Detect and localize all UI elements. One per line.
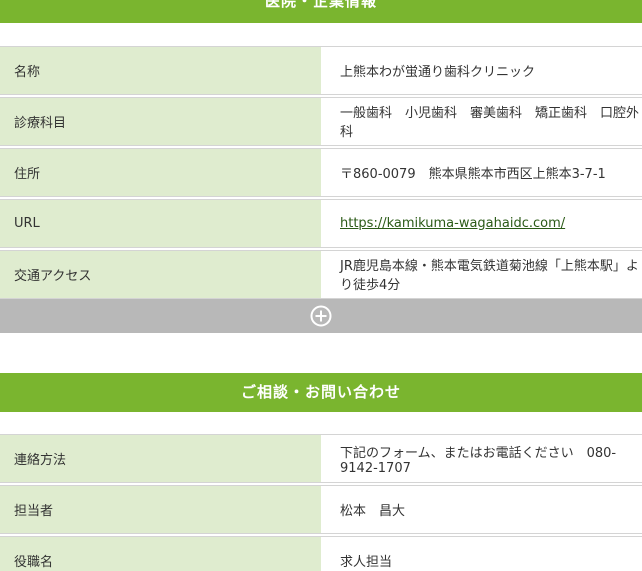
- company-info-title: 医院・企業情報: [264, 0, 377, 10]
- contact-info-table: 連絡方法 下記のフォーム、またはお電話ください 080-9142-1707 担当…: [0, 431, 642, 571]
- row-value-access: JR鹿児島本線・熊本電気鉄道菊池線「上熊本駅」より徒歩4分: [321, 249, 642, 299]
- table-row-departments: 診療科目 一般歯科 小児歯科 審美歯科 矯正歯科 口腔外科: [0, 96, 642, 146]
- expand-more-button[interactable]: [0, 298, 642, 333]
- row-value-position: 求人担当: [321, 536, 642, 571]
- row-value-departments: 一般歯科 小児歯科 審美歯科 矯正歯科 口腔外科: [321, 96, 642, 146]
- plus-circle-icon: [310, 305, 332, 326]
- company-info-table: 名称 上熊本わが蛍通り歯科クリニック 診療科目 一般歯科 小児歯科 審美歯科 矯…: [0, 43, 642, 299]
- table-row-access: 交通アクセス JR鹿児島本線・熊本電気鉄道菊池線「上熊本駅」より徒歩4分: [0, 249, 642, 299]
- row-value-name: 上熊本わが蛍通り歯科クリニック: [321, 45, 642, 95]
- row-label-contact-method: 連絡方法: [0, 434, 321, 483]
- row-label-position: 役職名: [0, 536, 321, 571]
- row-label-person-in-charge: 担当者: [0, 485, 321, 534]
- table-row-person-in-charge: 担当者 松本 昌大: [0, 485, 642, 534]
- contact-header: ご相談・お問い合わせ: [0, 372, 642, 412]
- contact-header-gap: [0, 412, 642, 432]
- table-row-url: URL https://kamikuma-wagahaidc.com/: [0, 198, 642, 248]
- row-value-address: 〒860-0079 熊本県熊本市西区上熊本3-7-1: [321, 147, 642, 197]
- table-row-address: 住所 〒860-0079 熊本県熊本市西区上熊本3-7-1: [0, 147, 642, 197]
- row-value-contact-method: 下記のフォーム、またはお電話ください 080-9142-1707: [321, 434, 642, 483]
- table-row-contact-method: 連絡方法 下記のフォーム、またはお電話ください 080-9142-1707: [0, 434, 642, 483]
- table-row-position: 役職名 求人担当: [0, 536, 642, 571]
- row-label-url: URL: [0, 198, 321, 248]
- website-link[interactable]: https://kamikuma-wagahaidc.com/: [340, 216, 565, 231]
- row-label-departments: 診療科目: [0, 96, 321, 146]
- row-label-address: 住所: [0, 147, 321, 197]
- row-value-url: https://kamikuma-wagahaidc.com/: [321, 198, 642, 248]
- table-row-name: 名称 上熊本わが蛍通り歯科クリニック: [0, 45, 642, 95]
- row-label-access: 交通アクセス: [0, 249, 321, 299]
- row-label-name: 名称: [0, 45, 321, 95]
- header-gap: [0, 23, 642, 43]
- row-value-person-in-charge: 松本 昌大: [321, 485, 642, 534]
- contact-title: ご相談・お問い合わせ: [240, 382, 401, 401]
- company-info-header: 医院・企業情報: [0, 0, 642, 23]
